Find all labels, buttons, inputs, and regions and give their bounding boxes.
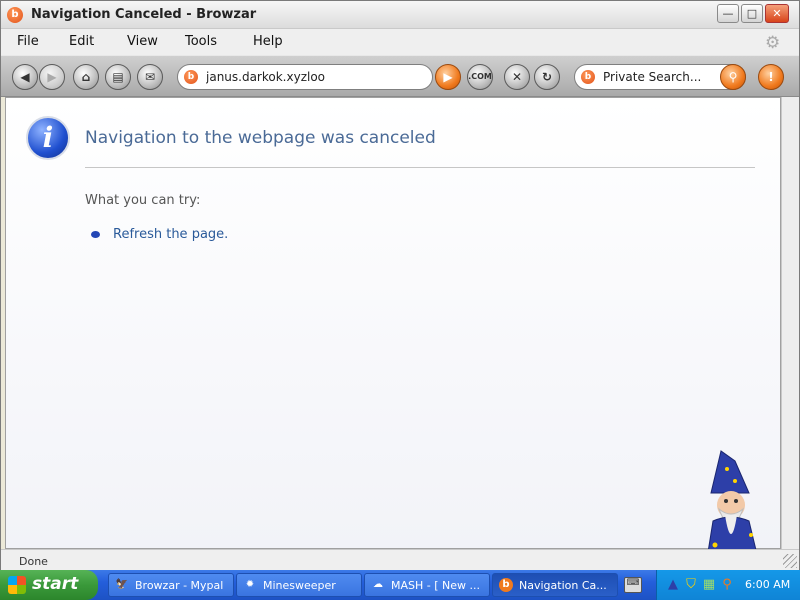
wizard-tray-icon[interactable]: ▲ — [665, 577, 681, 593]
taskbar-item-mash[interactable]: ☁ MASH - [ New ... — [364, 573, 490, 597]
exclamation-icon: ! — [768, 70, 774, 84]
site-favicon-icon: b — [184, 70, 198, 84]
task-label: Minesweeper — [263, 579, 336, 592]
menu-bar: File Edit View Tools Help ⚙ — [1, 29, 799, 55]
menu-view[interactable]: View — [127, 34, 158, 49]
resize-grip-icon[interactable] — [783, 554, 797, 568]
menu-file[interactable]: File — [17, 34, 39, 49]
search-input[interactable] — [603, 70, 721, 84]
browser-window: b Navigation Canceled - Browzar — □ ✕ Fi… — [0, 0, 800, 571]
stop-button[interactable]: ✕ — [504, 64, 530, 90]
search-tray-icon[interactable]: ⚲ — [719, 577, 735, 593]
browzar-icon: b — [499, 578, 513, 592]
vertical-scrollbar[interactable] — [781, 97, 799, 549]
cloud-icon: ☁ — [373, 579, 383, 590]
task-label: MASH - [ New ... — [391, 579, 480, 592]
maximize-button[interactable]: □ — [741, 4, 763, 23]
taskbar: start 🦅 Browzar - Mypal ✹ Minesweeper ☁ … — [0, 570, 800, 600]
taskbar-item-navigation-canceled[interactable]: b Navigation Ca... — [492, 573, 618, 597]
shield-icon[interactable]: ⛉ — [683, 577, 699, 593]
menu-edit[interactable]: Edit — [69, 34, 94, 49]
clock[interactable]: 6:00 AM — [745, 578, 790, 591]
forward-arrow-icon: ▶ — [47, 70, 57, 84]
menu-tools[interactable]: Tools — [185, 34, 217, 49]
taskbar-item-minesweeper[interactable]: ✹ Minesweeper — [236, 573, 362, 597]
print-button[interactable]: ▤ — [105, 64, 131, 90]
suggestions-label: What you can try: — [85, 193, 201, 208]
task-label: Browzar - Mypal — [135, 579, 224, 592]
go-arrow-icon: ▶ — [443, 70, 453, 84]
error-heading: Navigation to the webpage was canceled — [85, 128, 436, 148]
dot-com-button[interactable]: .COM — [467, 64, 493, 90]
refresh-button[interactable]: ↻ — [534, 64, 560, 90]
page-content: i Navigation to the webpage was canceled… — [5, 97, 781, 549]
forward-button[interactable]: ▶ — [39, 64, 65, 90]
menu-help[interactable]: Help — [253, 34, 283, 49]
start-label: start — [32, 574, 79, 594]
address-input[interactable] — [206, 70, 426, 84]
printer-icon: ▤ — [112, 70, 124, 84]
network-icon[interactable]: ▦ — [701, 577, 717, 593]
minimize-button[interactable]: — — [717, 4, 739, 23]
back-button[interactable]: ◀ — [12, 64, 38, 90]
task-label: Navigation Ca... — [519, 579, 607, 592]
close-button[interactable]: ✕ — [765, 4, 789, 23]
back-arrow-icon: ◀ — [20, 70, 30, 84]
home-icon: ⌂ — [81, 70, 91, 84]
address-bar[interactable]: b — [177, 64, 433, 90]
stop-x-icon: ✕ — [511, 70, 523, 84]
refresh-page-link[interactable]: Refresh the page. — [113, 227, 228, 242]
magnifier-icon: ⚲ — [728, 70, 738, 84]
window-title: Navigation Canceled - Browzar — [31, 7, 257, 22]
send-icon: ✉ — [144, 70, 156, 84]
info-icon: i — [26, 116, 70, 160]
search-engine-icon: b — [581, 70, 595, 84]
divider — [85, 167, 755, 168]
browzar-app-icon: b — [7, 7, 23, 23]
windows-logo-icon — [8, 576, 26, 594]
go-button[interactable]: ▶ — [435, 64, 461, 90]
gear-icon[interactable]: ⚙ — [765, 33, 780, 53]
status-text: Done — [19, 555, 48, 568]
send-page-button[interactable]: ✉ — [137, 64, 163, 90]
title-bar[interactable]: b Navigation Canceled - Browzar — □ ✕ — [1, 1, 799, 29]
search-button[interactable]: ⚲ — [720, 64, 746, 90]
start-button[interactable]: start — [0, 570, 98, 600]
refresh-icon: ↻ — [541, 70, 553, 84]
eagle-icon: 🦅 — [115, 579, 129, 590]
bullet-icon — [91, 231, 100, 238]
status-bar: Done — [1, 549, 799, 571]
navigation-toolbar: ◀ ▶ ⌂ ▤ ✉ b ▶ .COM ✕ ↻ b ⚲ ! — [1, 55, 799, 97]
home-button[interactable]: ⌂ — [73, 64, 99, 90]
taskbar-item-browzar-mypal[interactable]: 🦅 Browzar - Mypal — [108, 573, 234, 597]
mine-icon: ✹ — [245, 579, 255, 590]
keyboard-icon[interactable]: ⌨ — [624, 577, 642, 593]
alert-button[interactable]: ! — [758, 64, 784, 90]
system-tray: ▲ ⛉ ▦ ⚲ 6:00 AM — [656, 570, 800, 600]
